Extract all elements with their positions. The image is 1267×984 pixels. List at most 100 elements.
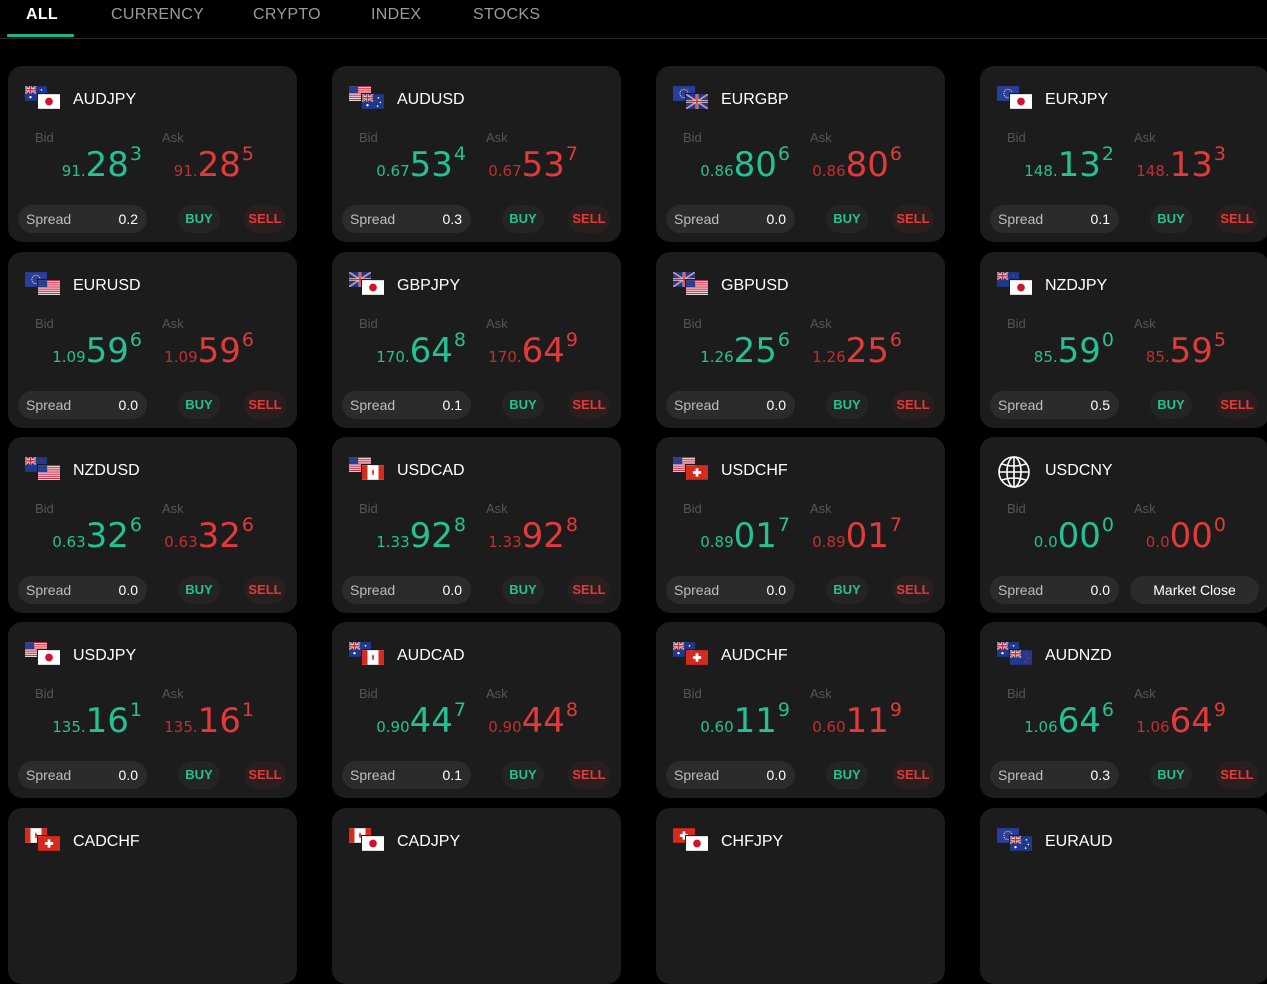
spread-label: Spread bbox=[674, 211, 720, 227]
buy-button[interactable]: BUY bbox=[502, 761, 544, 789]
instrument-card[interactable]: NZDUSD Bid Ask 0.63326 0.63326 Spread 0.0 BUY SE… bbox=[8, 437, 297, 613]
instrument-card[interactable]: GBPJPY Bid Ask 170.648 170.649 Spread 0.1 BUY SE… bbox=[332, 252, 621, 428]
bid-price: 0.0000 bbox=[994, 516, 1114, 554]
ask-label: Ask bbox=[486, 130, 508, 145]
bid-price-main: 59 bbox=[85, 331, 129, 371]
bid-price-prefix: 170. bbox=[376, 348, 410, 366]
buy-button[interactable]: BUY bbox=[826, 205, 868, 233]
buy-button[interactable]: BUY bbox=[178, 205, 220, 233]
sell-button[interactable]: SELL bbox=[244, 576, 286, 604]
bid-price: 85.590 bbox=[994, 331, 1114, 369]
ask-price-prefix: 1.09 bbox=[164, 348, 198, 366]
currency-flags bbox=[997, 456, 1033, 488]
instrument-card[interactable]: AUDNZD Bid Ask 1.06646 1.06649 Spread 0.3 BUY SE… bbox=[980, 622, 1267, 798]
sell-button[interactable]: SELL bbox=[568, 205, 610, 233]
tab-all[interactable]: ALL bbox=[26, 6, 58, 24]
ask-price-pipette: 3 bbox=[1213, 143, 1226, 165]
sell-button[interactable]: SELL bbox=[244, 205, 286, 233]
spread-value: 0.0 bbox=[118, 397, 138, 413]
tab-stocks[interactable]: STOCKS bbox=[473, 6, 540, 24]
tab-currency[interactable]: CURRENCY bbox=[111, 6, 204, 24]
instrument-symbol: EURJPY bbox=[1045, 91, 1109, 108]
instrument-card[interactable]: CHFJPY bbox=[656, 808, 945, 984]
flag-ca-icon bbox=[362, 650, 384, 670]
sell-button[interactable]: SELL bbox=[244, 391, 286, 419]
buy-button[interactable]: BUY bbox=[1150, 761, 1192, 789]
sell-button[interactable]: SELL bbox=[1216, 205, 1258, 233]
instrument-card[interactable]: EURUSD Bid Ask 1.09596 1.09596 Spread 0.0 BUY SE… bbox=[8, 252, 297, 428]
instrument-card[interactable]: EURGBP Bid Ask 0.86806 0.86806 Spread 0.0 BUY SE… bbox=[656, 66, 945, 242]
instrument-card[interactable]: NZDJPY Bid Ask 85.590 85.595 Spread 0.5 BUY SELL bbox=[980, 252, 1267, 428]
ask-price-main: 13 bbox=[1169, 145, 1213, 185]
sell-button[interactable]: SELL bbox=[892, 205, 934, 233]
ask-label: Ask bbox=[810, 316, 832, 331]
buy-button[interactable]: BUY bbox=[826, 391, 868, 419]
flag-jp-icon bbox=[38, 94, 60, 114]
currency-flags bbox=[25, 828, 61, 858]
tab-index[interactable]: INDEX bbox=[371, 6, 421, 24]
buy-button[interactable]: BUY bbox=[502, 576, 544, 604]
sell-button[interactable]: SELL bbox=[244, 761, 286, 789]
buy-button[interactable]: BUY bbox=[502, 391, 544, 419]
bid-label: Bid bbox=[35, 130, 54, 145]
instrument-card[interactable]: USDJPY Bid Ask 135.161 135.161 Spread 0.0 BUY SE… bbox=[8, 622, 297, 798]
spread-label: Spread bbox=[26, 211, 72, 227]
sell-button[interactable]: SELL bbox=[1216, 391, 1258, 419]
instrument-card[interactable]: EURAUD bbox=[980, 808, 1267, 984]
instrument-card[interactable]: GBPUSD Bid Ask 1.26256 1.26256 Spread 0.0 BUY SE… bbox=[656, 252, 945, 428]
bid-price: 0.67534 bbox=[346, 145, 466, 183]
spread-label: Spread bbox=[674, 397, 720, 413]
buy-button[interactable]: BUY bbox=[502, 205, 544, 233]
tab-crypto[interactable]: CRYPTO bbox=[253, 6, 321, 24]
sell-button[interactable]: SELL bbox=[892, 576, 934, 604]
spread-display: Spread 0.1 bbox=[990, 205, 1119, 233]
sell-button[interactable]: SELL bbox=[892, 391, 934, 419]
currency-flags bbox=[996, 641, 1033, 672]
ask-price: 1.33928 bbox=[458, 516, 578, 554]
currency-flags bbox=[24, 456, 61, 487]
ask-label: Ask bbox=[162, 130, 184, 145]
buy-button[interactable]: BUY bbox=[178, 391, 220, 419]
bid-price-prefix: 0.60 bbox=[700, 718, 734, 736]
flag-ca-icon bbox=[362, 465, 384, 485]
spread-label: Spread bbox=[998, 397, 1044, 413]
ask-label: Ask bbox=[1134, 130, 1156, 145]
instrument-card[interactable]: AUDCAD Bid Ask 0.90447 0.90448 Spread 0.1 BUY SE… bbox=[332, 622, 621, 798]
buy-button[interactable]: BUY bbox=[826, 761, 868, 789]
ask-price-pipette: 0 bbox=[1213, 514, 1226, 536]
instrument-card[interactable]: AUDJPY Bid Ask 91.283 91.285 Spread 0.2 BUY SELL bbox=[8, 66, 297, 242]
ask-price: 85.595 bbox=[1106, 331, 1226, 371]
sell-button[interactable]: SELL bbox=[568, 761, 610, 789]
instrument-card[interactable]: USDCNY Bid Ask 0.0000 0.0000 Spread 0.0 Market … bbox=[980, 437, 1267, 613]
sell-button[interactable]: SELL bbox=[1216, 761, 1258, 789]
flag-us-icon bbox=[686, 280, 708, 300]
buy-button[interactable]: BUY bbox=[826, 576, 868, 604]
bid-price-prefix: 0.90 bbox=[376, 718, 410, 736]
instrument-card[interactable]: EURJPY Bid Ask 148.132 148.133 Spread 0.1 BUY SE… bbox=[980, 66, 1267, 242]
instrument-symbol: USDJPY bbox=[73, 647, 137, 664]
instrument-card[interactable]: CADCHF bbox=[8, 808, 297, 984]
spread-label: Spread bbox=[350, 397, 396, 413]
sell-button[interactable]: SELL bbox=[568, 391, 610, 419]
buy-button[interactable]: BUY bbox=[1150, 205, 1192, 233]
spread-label: Spread bbox=[998, 211, 1044, 227]
instrument-card[interactable]: AUDUSD Bid Ask 0.67534 0.67537 Spread 0.3 BUY SE… bbox=[332, 66, 621, 242]
currency-flags bbox=[349, 86, 385, 116]
spread-label: Spread bbox=[350, 582, 396, 598]
bid-label: Bid bbox=[35, 501, 54, 516]
buy-button[interactable]: BUY bbox=[1150, 391, 1192, 419]
buy-button[interactable]: BUY bbox=[178, 576, 220, 604]
sell-button[interactable]: SELL bbox=[568, 576, 610, 604]
ask-price-main: 59 bbox=[1169, 331, 1213, 371]
sell-button[interactable]: SELL bbox=[892, 761, 934, 789]
ask-price-pipette: 6 bbox=[889, 143, 902, 165]
instrument-card[interactable]: USDCAD Bid Ask 1.33928 1.33928 Spread 0.0 BUY SE… bbox=[332, 437, 621, 613]
instrument-card[interactable]: CADJPY bbox=[332, 808, 621, 984]
instrument-card[interactable]: AUDCHF Bid Ask 0.60119 0.60119 Spread 0.0 BUY SE… bbox=[656, 622, 945, 798]
buy-button[interactable]: BUY bbox=[178, 761, 220, 789]
ask-price-main: 11 bbox=[845, 701, 889, 741]
currency-flags bbox=[25, 272, 61, 302]
active-tab-indicator bbox=[7, 34, 74, 37]
instrument-card[interactable]: USDCHF Bid Ask 0.89017 0.89017 Spread 0.0 BUY SE… bbox=[656, 437, 945, 613]
ask-price: 0.67537 bbox=[458, 145, 578, 183]
